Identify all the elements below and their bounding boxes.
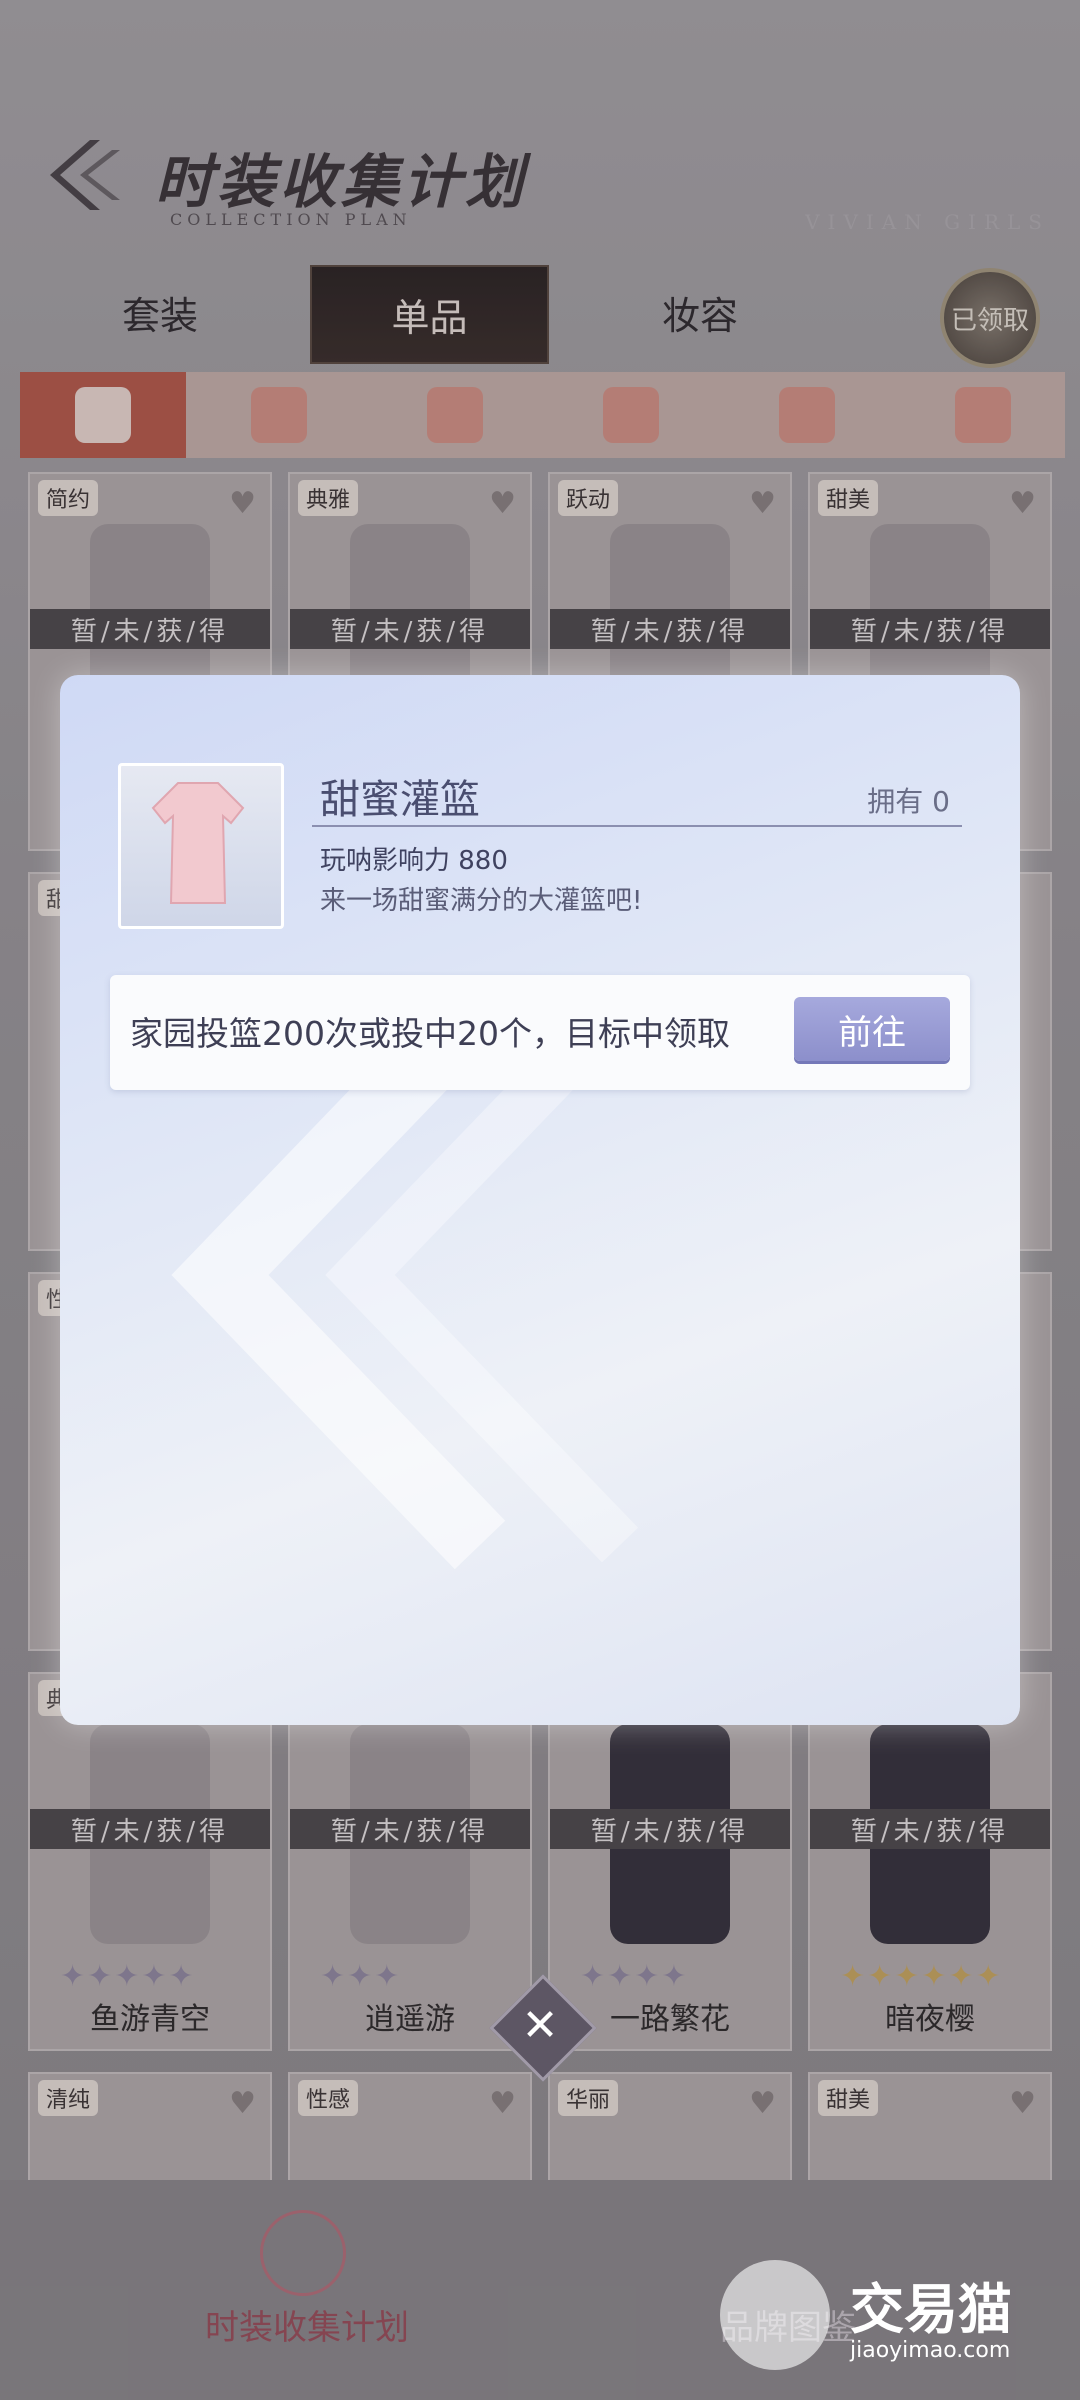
item-thumbnail	[118, 763, 284, 929]
divider	[312, 825, 962, 827]
item-description: 来一场甜蜜满分的大灌篮吧!	[320, 886, 643, 916]
item-detail-modal: 甜蜜灌篮 拥有 0 玩呐影响力 880 来一场甜蜜满分的大灌篮吧! 家园投篮20…	[60, 675, 1020, 1725]
acquire-task: 家园投篮200次或投中20个，目标中领取 前往	[110, 975, 970, 1090]
watermark-url: jiaoyimao.com	[850, 2338, 1011, 2363]
goto-button[interactable]: 前往	[794, 997, 950, 1061]
dress-icon	[151, 782, 245, 904]
item-name: 甜蜜灌篮	[320, 777, 480, 823]
watermark: 交易猫 jiaoyimao.com	[720, 2260, 1050, 2380]
watermark-brand: 交易猫	[850, 2278, 1012, 2341]
cat-logo-icon	[720, 2260, 830, 2370]
task-text: 家园投篮200次或投中20个，目标中领取	[130, 1014, 730, 1053]
owned-count: 拥有 0	[867, 785, 950, 818]
close-icon[interactable]: ✕	[505, 1990, 575, 2060]
influence-value: 玩呐影响力 880	[320, 846, 508, 876]
